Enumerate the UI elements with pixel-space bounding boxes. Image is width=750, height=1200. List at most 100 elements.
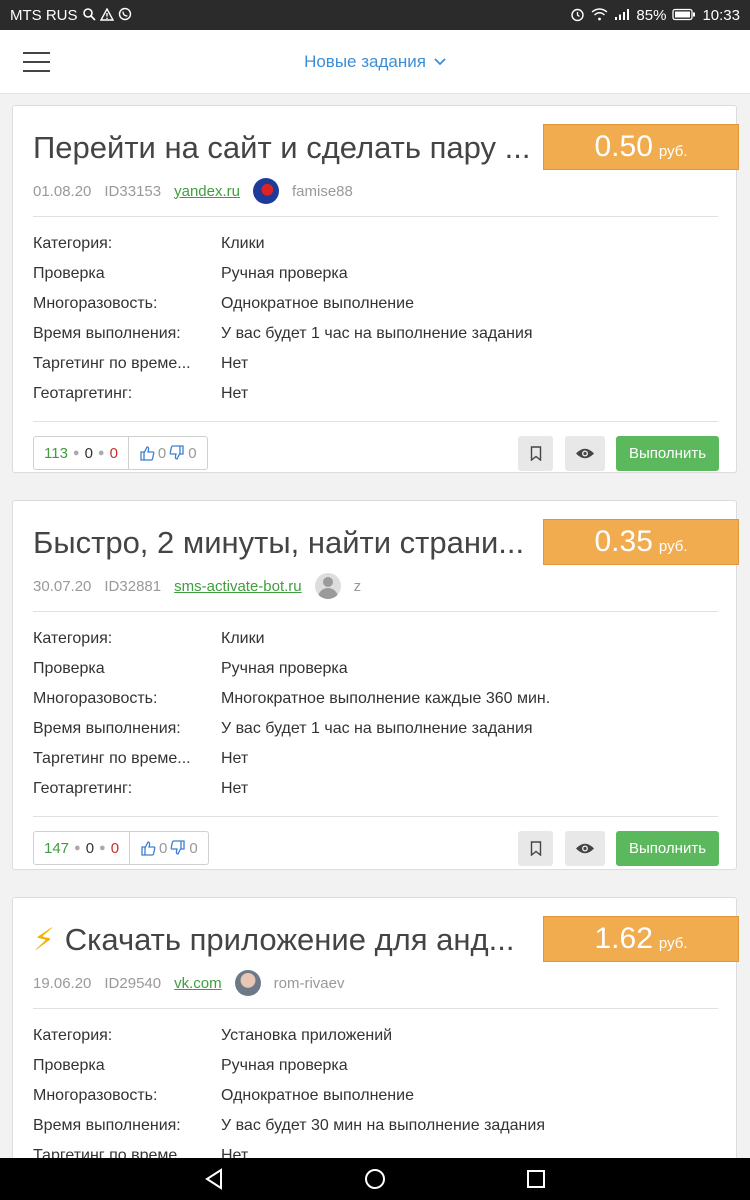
lightning-icon: ⚡: [33, 922, 55, 957]
property-value: Ручная проверка: [221, 265, 348, 282]
property-label: Многоразовость:: [33, 1087, 158, 1104]
home-icon[interactable]: [364, 1168, 386, 1190]
done-count: 113: [44, 444, 68, 462]
price-badge[interactable]: 0.50 руб.: [543, 124, 739, 170]
author-name[interactable]: famise88: [292, 183, 353, 200]
page-title: Новые задания: [304, 51, 426, 71]
recents-icon[interactable]: [526, 1169, 546, 1189]
task-title[interactable]: Перейти на сайт и сделать пару ...: [33, 128, 533, 168]
property-value: Нет: [221, 780, 249, 797]
task-meta: 30.07.20 ID32881 sms-activate-bot.ru z: [33, 573, 361, 599]
property-row: Геотаргетинг: Нет: [33, 379, 533, 409]
property-value: У вас будет 1 час на выполнение задания: [221, 325, 533, 342]
author-name[interactable]: z: [354, 578, 362, 595]
battery-icon: [672, 8, 696, 23]
property-row: Геотаргетинг: Нет: [33, 774, 550, 804]
price-value: 0.35: [594, 525, 653, 558]
task-title[interactable]: Быстро, 2 минуты, найти страни...: [33, 523, 533, 563]
property-label: Таргетинг по време...: [33, 1147, 191, 1158]
search-icon: [82, 7, 96, 23]
avatar[interactable]: [234, 970, 261, 996]
avatar[interactable]: [314, 573, 341, 599]
task-id: ID29540: [104, 974, 162, 992]
dot-separator: ●: [72, 447, 80, 459]
task-stats: 147 ● 0 ● 0 0 0: [33, 831, 209, 865]
menu-icon[interactable]: [23, 52, 50, 72]
view-button[interactable]: [565, 436, 605, 471]
bookmark-icon: [530, 446, 541, 461]
price-currency: руб.: [658, 142, 688, 160]
property-value: Нет: [221, 1147, 249, 1158]
signal-icon: [614, 8, 630, 23]
pending-count: 0: [84, 444, 93, 462]
bookmark-button[interactable]: [518, 831, 553, 866]
dot-separator: ●: [99, 842, 106, 854]
chevron-down-icon: [434, 57, 446, 65]
status-bar: MTS RUS 85% 10:33: [0, 0, 750, 30]
price-value: 0.50: [594, 130, 653, 163]
avatar[interactable]: [252, 178, 279, 204]
alarm-icon: [570, 7, 585, 24]
thumbs-down-icon: [170, 840, 186, 855]
task-properties: Категория: Клики Проверка Ручная проверка …: [33, 624, 550, 804]
property-row: Таргетинг по време... Нет: [33, 744, 550, 774]
property-row: Время выполнения: У вас будет 1 час на вы…: [33, 714, 550, 744]
dislikes-count: 0: [188, 444, 197, 462]
task-meta: 01.08.20 ID33153 yandex.ru famise88: [33, 178, 353, 204]
category-dropdown[interactable]: Новые задания: [304, 52, 446, 72]
task-card: Перейти на сайт и сделать пару ... 0.50 …: [12, 105, 739, 473]
completion-stats: 113 ● 0 ● 0: [34, 437, 129, 469]
property-row: Время выполнения: У вас будет 1 час на вы…: [33, 319, 533, 349]
likes-count: 0: [157, 444, 167, 462]
bookmark-button[interactable]: [518, 436, 553, 471]
wifi-icon: [591, 7, 608, 23]
property-value: Однократное выполнение: [221, 295, 414, 312]
rejected-count: 0: [110, 839, 120, 857]
property-row: Многоразовость: Однократное выполнение: [33, 289, 533, 319]
rejected-count: 0: [109, 444, 118, 462]
property-value: Однократное выполнение: [221, 1087, 414, 1104]
property-label: Таргетинг по време...: [33, 355, 191, 372]
property-value: Многократное выполнение каждые 360 мин.: [221, 690, 551, 707]
price-value: 1.62: [594, 922, 653, 955]
task-domain-link[interactable]: yandex.ru: [174, 183, 240, 200]
task-properties: Категория: Установка приложений Проверка Р…: [33, 1021, 545, 1158]
price-badge[interactable]: 0.35 руб.: [543, 519, 739, 565]
property-label: Проверка: [33, 1057, 105, 1074]
likes-count: 0: [159, 839, 168, 857]
price-badge[interactable]: 1.62 руб.: [543, 916, 739, 962]
task-date: 19.06.20: [33, 974, 92, 992]
task-card: ⚡ Скачать приложение для анд... 1.62 руб…: [12, 897, 739, 1158]
eye-icon: [576, 843, 594, 854]
warning-icon: [99, 7, 114, 23]
task-list: Перейти на сайт и сделать пару ... 0.50 …: [0, 95, 750, 1158]
eye-icon: [576, 448, 594, 459]
status-right: 85% 10:33: [570, 7, 740, 24]
task-date: 01.08.20: [33, 182, 92, 200]
property-row: Многоразовость: Многократное выполнение к…: [33, 684, 550, 714]
property-value: Клики: [221, 235, 265, 252]
property-value: Установка приложений: [221, 1027, 393, 1044]
pending-count: 0: [85, 839, 95, 857]
view-button[interactable]: [565, 831, 605, 866]
property-label: Категория:: [33, 1027, 113, 1044]
rating-stats: 0 0: [129, 437, 207, 469]
divider: [33, 421, 718, 422]
property-value: Клики: [221, 630, 265, 647]
completion-stats: 147 ● 0 ● 0: [34, 832, 131, 864]
property-label: Геотаргетинг:: [33, 385, 133, 402]
execute-button[interactable]: Выполнить: [616, 436, 719, 471]
execute-button[interactable]: Выполнить: [616, 831, 719, 866]
property-label: Время выполнения:: [33, 1117, 181, 1134]
task-title-row[interactable]: ⚡ Скачать приложение для анд...: [33, 920, 533, 960]
task-domain-link[interactable]: vk.com: [174, 975, 222, 992]
price-currency: руб.: [658, 934, 688, 952]
divider: [33, 816, 718, 817]
task-domain-link[interactable]: sms-activate-bot.ru: [174, 578, 302, 595]
property-row: Многоразовость: Однократное выполнение: [33, 1081, 545, 1111]
property-value: Нет: [221, 355, 249, 372]
task-stats: 113 ● 0 ● 0 0 0: [33, 436, 208, 470]
battery-percent: 85%: [636, 6, 667, 24]
author-name[interactable]: rom-rivaev: [274, 975, 345, 992]
back-icon[interactable]: [204, 1168, 224, 1190]
